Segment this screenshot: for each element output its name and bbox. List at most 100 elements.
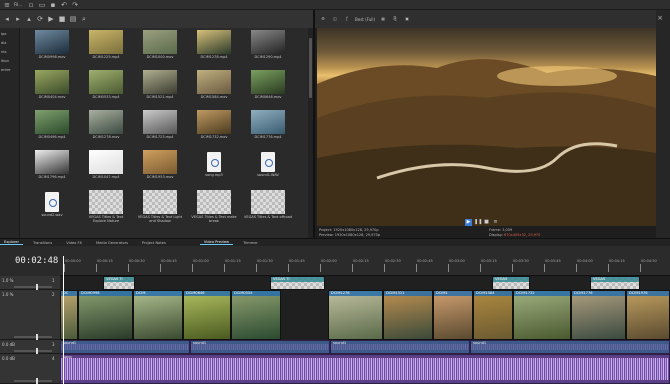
fx-icon[interactable]: ƒ: [343, 15, 351, 23]
title-clip[interactable]: VEGAS: [590, 276, 640, 290]
tab-video-preview[interactable]: Video Preview: [199, 240, 234, 245]
video-clip[interactable]: DCIM1776: [571, 290, 626, 340]
media-item-label: DCIM1278.mov: [92, 135, 120, 139]
playhead-cursor[interactable]: [63, 256, 64, 384]
video-clip[interactable]: DCIM: [133, 290, 183, 340]
audio-clip[interactable]: sound1: [60, 340, 190, 354]
audio-clip[interactable]: sound1: [470, 340, 670, 354]
media-item[interactable]: VEGAS Titles & Text Light and Shadow: [136, 190, 184, 227]
media-item[interactable]: DCIM0404.mov: [28, 70, 76, 107]
media-item[interactable]: DCIM1796.mp4: [28, 150, 76, 187]
tab-project-notes[interactable]: Project Notes: [138, 241, 170, 245]
close-icon[interactable]: ×: [656, 14, 664, 22]
track-header[interactable]: 0.0 dB 4: [0, 354, 60, 384]
file-menu-icon[interactable]: ≡: [3, 1, 11, 9]
overlay-icon[interactable]: ▦: [379, 15, 387, 23]
tree-item[interactable]: ition: [1, 59, 19, 64]
video-clip[interactable]: DCIM0998: [78, 290, 133, 340]
undo-icon[interactable]: ↶: [60, 1, 68, 9]
song-audio-clip[interactable]: song: [60, 354, 670, 384]
tree-item[interactable]: nts: [1, 50, 19, 55]
up-folder-icon[interactable]: ▴: [25, 15, 33, 23]
back-icon[interactable]: ◂: [3, 15, 11, 23]
media-item[interactable]: DCIM1000.mov: [136, 30, 184, 67]
track-header[interactable]: 1.0 % 2: [0, 290, 60, 340]
media-item[interactable]: DCIM1953.mov: [136, 150, 184, 187]
split-icon[interactable]: ◫: [331, 15, 339, 23]
refresh-icon[interactable]: ⟳: [36, 15, 44, 23]
title-clip[interactable]: VEGAS Ti: [270, 276, 325, 290]
clip-label: DCIM1584: [474, 291, 512, 296]
media-item[interactable]: sound1.WAV: [244, 150, 292, 187]
media-item[interactable]: DCIM1290.mp4: [244, 30, 292, 67]
quality-select[interactable]: Best (Full): [355, 17, 375, 22]
level-slider[interactable]: [14, 284, 52, 290]
media-item[interactable]: DCIM1047.mp4: [82, 150, 130, 187]
media-item[interactable]: VEGAS Titles & Text make break: [190, 190, 238, 227]
media-item[interactable]: DCIM0646.mov: [244, 70, 292, 107]
media-item[interactable]: DCIM0533.mp4: [82, 70, 130, 107]
pause-button[interactable]: ❚❚: [474, 219, 482, 226]
media-item[interactable]: DCIM1732.mov: [190, 110, 238, 147]
tree-item[interactable]: dia: [1, 41, 19, 46]
search-icon[interactable]: ⌕: [80, 15, 88, 23]
stop-button[interactable]: ■: [483, 219, 490, 226]
tab-transitions[interactable]: Transitions: [29, 241, 56, 245]
open-icon[interactable]: ▭: [38, 1, 46, 9]
tab-trimmer[interactable]: Trimmer: [239, 241, 262, 245]
video-clip[interactable]: DCIM0646: [183, 290, 231, 340]
tree-item[interactable]: entre: [1, 68, 19, 73]
timeline-ruler[interactable]: 00:00:00 00:00:15 00:00:30 00:00:45 00:01:00…: [60, 246, 670, 276]
save-icon[interactable]: ▪: [49, 1, 57, 9]
video-clip[interactable]: DCIM1521: [383, 290, 433, 340]
ruler-tick: [256, 264, 257, 272]
title-clip[interactable]: VEGAS: [492, 276, 530, 290]
media-item[interactable]: DCIM0496.mp4: [28, 110, 76, 147]
track-header[interactable]: 1.0 % 1: [0, 276, 60, 290]
media-item[interactable]: DCIM0998.mov: [28, 30, 76, 67]
forward-icon[interactable]: ▸: [14, 15, 22, 23]
new-icon[interactable]: ▫: [27, 1, 35, 9]
views-icon[interactable]: ▤: [69, 15, 77, 23]
tab-explorer[interactable]: Explorer: [0, 240, 23, 245]
media-item[interactable]: DCIM1278.mov: [82, 110, 130, 147]
level-slider[interactable]: [14, 348, 52, 354]
level-slider[interactable]: [14, 334, 52, 340]
audio-clip[interactable]: sound1: [330, 340, 470, 354]
media-item[interactable]: DCIM1776.mp4: [244, 110, 292, 147]
media-item[interactable]: DCIM1521.mp4: [136, 70, 184, 107]
stop-icon[interactable]: ■: [58, 15, 66, 23]
video-clip[interactable]: DCIM1278: [328, 290, 383, 340]
play-button[interactable]: ▶: [465, 219, 472, 226]
title-preset-thumbnail: [251, 190, 285, 214]
media-item[interactable]: DCIM1225.mp4: [82, 30, 130, 67]
video-clip[interactable]: DCIM0554: [231, 290, 281, 340]
copy-snapshot-icon[interactable]: ⎘: [391, 15, 399, 23]
media-item[interactable]: sound2.wav: [28, 190, 76, 227]
media-item[interactable]: song.mp3: [190, 150, 238, 187]
audio-clip[interactable]: sound1: [190, 340, 330, 354]
tree-item[interactable]: ipe: [1, 32, 19, 37]
media-item[interactable]: VEGAS Titles & Text Explore Nature: [82, 190, 130, 227]
media-item[interactable]: VEGAS Titles & Text offroad: [244, 190, 292, 227]
save-snapshot-icon[interactable]: ▣: [403, 15, 411, 23]
redo-icon[interactable]: ↷: [71, 1, 79, 9]
menu-button[interactable]: ≡: [492, 219, 499, 226]
settings-icon[interactable]: ⚙: [319, 15, 327, 23]
track-header[interactable]: 0.0 dB 3: [0, 340, 60, 354]
play-icon[interactable]: ▶: [47, 15, 55, 23]
video-clip[interactable]: DCIM1732: [513, 290, 571, 340]
tab-video-fx[interactable]: Video FX: [62, 241, 86, 245]
video-clip[interactable]: DCIM1584: [473, 290, 513, 340]
media-item[interactable]: DCIM1723.mp4: [136, 110, 184, 147]
video-clip[interactable]: DCIM1976: [626, 290, 670, 340]
title-clip[interactable]: VEGAS Ti: [103, 276, 135, 290]
video-clip[interactable]: DCIM1: [433, 290, 473, 340]
preview-value: 1920x1080x128, 29,970p: [334, 233, 381, 237]
timeline-tracks[interactable]: VEGAS Ti VEGAS Ti VEGAS VEGAS DC DCIM0998 DCIM…: [60, 276, 670, 384]
file-menu[interactable]: Fil...: [14, 2, 22, 7]
level-slider[interactable]: [14, 378, 52, 384]
media-item[interactable]: DCIM1278.mp4: [190, 30, 238, 67]
tab-media-generators[interactable]: Media Generators: [92, 241, 132, 245]
media-item[interactable]: DCIM1584.mov: [190, 70, 238, 107]
